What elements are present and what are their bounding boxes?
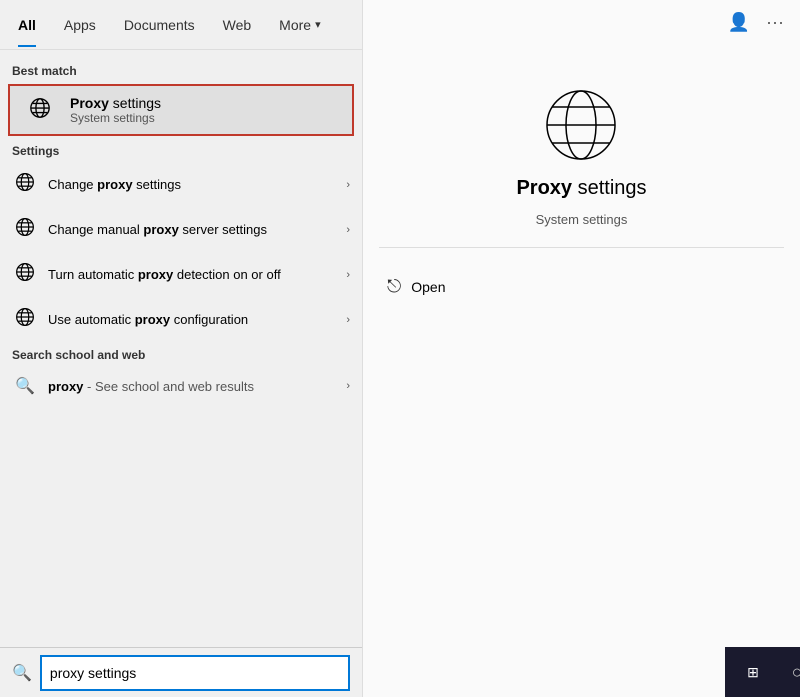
globe-icon-3 (12, 262, 38, 287)
settings-item-manual-proxy[interactable]: Change manual proxy server settings › (0, 207, 362, 252)
chevron-icon-2: › (346, 224, 350, 236)
settings-item-label-4: Use automatic proxy configuration (48, 312, 336, 327)
app-name: Proxy settings (516, 177, 646, 200)
tab-all[interactable]: All (4, 3, 50, 47)
settings-item-label-3: Turn automatic proxy detection on or off (48, 267, 336, 282)
best-match-item[interactable]: Proxy settings System settings (8, 84, 354, 136)
open-label: Open (411, 279, 445, 295)
web-search-chevron: › (346, 380, 350, 392)
tab-web[interactable]: Web (209, 3, 266, 47)
search-input[interactable] (40, 655, 350, 691)
taskbar-btn-search[interactable]: ○ (777, 652, 800, 692)
search-box-icon: 🔍 (12, 663, 32, 683)
app-icon-area: Proxy settings System settings (516, 85, 646, 227)
taskbar: ⊞ ○ ⧉ 📁 ✉ 🌐 🎨 🛍 ◉ wsxdn.com (725, 647, 800, 697)
best-match-header: Best match (0, 58, 362, 82)
right-panel-header: 👤 ··· (363, 0, 800, 45)
best-match-subtitle: System settings (70, 111, 161, 125)
open-action[interactable]: ⎋ Open (363, 268, 800, 305)
web-search-header: Search school and web (0, 342, 362, 366)
open-icon: ⎋ (387, 276, 401, 297)
globe-icon-1 (12, 172, 38, 197)
chevron-icon-3: › (346, 269, 350, 281)
settings-item-label-1: Change proxy settings (48, 177, 336, 192)
globe-icon-4 (12, 307, 38, 332)
best-match-text: Proxy settings System settings (70, 95, 161, 125)
app-type: System settings (536, 212, 628, 227)
search-taskbar-icon: ○ (792, 662, 800, 683)
search-panel: All Apps Documents Web More Best match P… (0, 0, 362, 697)
chevron-icon-4: › (346, 314, 350, 326)
results-area: Best match Proxy settings System setting… (0, 50, 362, 697)
best-match-icon (22, 94, 58, 126)
person-icon[interactable]: 👤 (728, 12, 750, 33)
settings-item-label-2: Change manual proxy server settings (48, 222, 336, 237)
right-panel: 👤 ··· Proxy settings System settings ⎋ O… (362, 0, 800, 697)
settings-item-auto-config[interactable]: Use automatic proxy configuration › (0, 297, 362, 342)
tab-apps[interactable]: Apps (50, 3, 110, 47)
tab-documents[interactable]: Documents (110, 3, 209, 47)
web-search-label: proxy - See school and web results (48, 379, 336, 394)
best-match-title: Proxy settings (70, 95, 161, 111)
web-search-item[interactable]: 🔍 proxy - See school and web results › (0, 366, 362, 406)
taskbar-btn-start[interactable]: ⊞ (733, 652, 773, 692)
settings-header: Settings (0, 138, 362, 162)
globe-icon-2 (12, 217, 38, 242)
tabs-bar: All Apps Documents Web More (0, 0, 362, 50)
settings-item-auto-detection[interactable]: Turn automatic proxy detection on or off… (0, 252, 362, 297)
more-options-icon[interactable]: ··· (766, 12, 784, 33)
proxy-settings-icon (541, 85, 621, 165)
right-divider (379, 247, 784, 248)
search-box-container: 🔍 (0, 647, 362, 697)
tab-more[interactable]: More (265, 3, 334, 47)
chevron-icon-1: › (346, 179, 350, 191)
settings-item-change-proxy[interactable]: Change proxy settings › (0, 162, 362, 207)
start-icon: ⊞ (747, 664, 759, 681)
search-icon: 🔍 (12, 376, 38, 396)
